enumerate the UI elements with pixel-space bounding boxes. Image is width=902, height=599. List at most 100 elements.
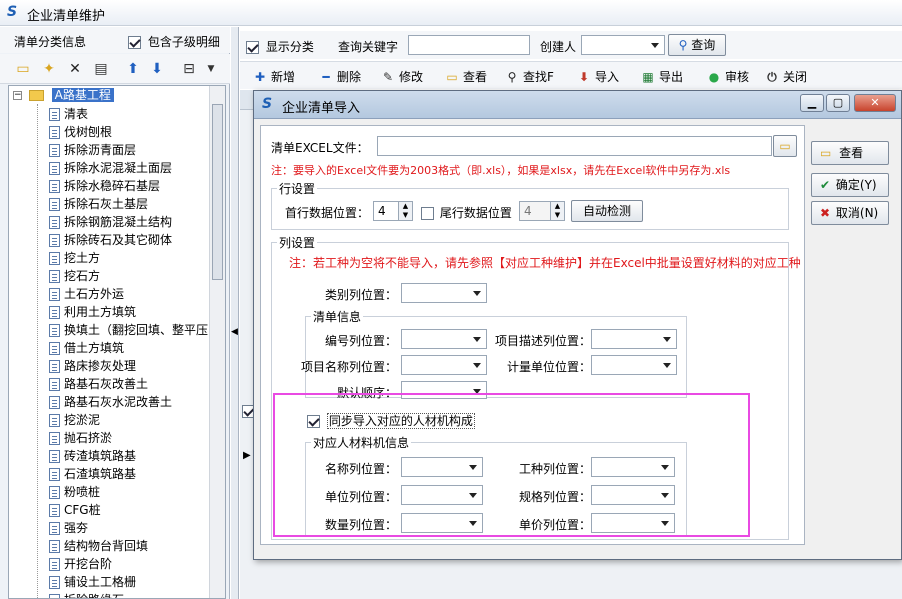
toolbar-button-8[interactable]: ⏻ 关闭	[764, 68, 807, 85]
tail-row-check-icon[interactable]	[421, 207, 434, 220]
document-icon	[49, 414, 60, 427]
collapse-icon[interactable]: −	[13, 91, 22, 100]
tree-item[interactable]: 挖土方	[49, 249, 100, 267]
tree-scrollbar[interactable]	[209, 86, 225, 598]
app-logo-icon: S	[7, 4, 18, 20]
tree-item[interactable]: 结构物台背回填	[49, 537, 148, 555]
cancel-x-icon: ✖	[820, 206, 831, 220]
tree-item[interactable]: 换填土（翻挖回填、整平压	[49, 321, 208, 339]
excel-file-input[interactable]	[377, 136, 772, 156]
browse-folder-icon[interactable]: ▭	[773, 135, 797, 157]
creator-select[interactable]	[581, 35, 665, 55]
tree-item[interactable]: 借土方填筑	[49, 339, 124, 357]
tree-item-label: 伐树刨根	[64, 125, 113, 139]
toolbar-button-0[interactable]: ✚ 新增	[252, 68, 295, 85]
category-panel-title: 清单分类信息	[14, 35, 87, 49]
tree-item[interactable]: 土石方外运	[49, 285, 124, 303]
tree-layout-icon[interactable]: ⊟	[180, 60, 198, 78]
tree-item[interactable]: 拆除水稳碎石基层	[49, 177, 160, 195]
spinner-arrows-icon[interactable]: ▲ ▼	[550, 202, 564, 220]
arrow-down-icon[interactable]: ⬇	[148, 60, 166, 78]
cancel-button[interactable]: ✖ 取消(N)	[811, 201, 889, 225]
tree-item-label: 结构物台背回填	[64, 539, 149, 553]
code-col-label: 编号列位置：	[324, 334, 397, 348]
include-child-checkbox[interactable]: 包含子级明细	[128, 33, 220, 50]
query-button[interactable]: ⚲ 查询	[668, 34, 726, 56]
tree-item[interactable]: 拆除石灰土基层	[49, 195, 148, 213]
category-col-select[interactable]	[401, 283, 487, 303]
document-icon	[49, 252, 60, 265]
chevron-down-icon[interactable]: ▼	[202, 60, 220, 78]
tree-item[interactable]: 石渣填筑路基	[49, 465, 136, 483]
desc-col-select[interactable]	[591, 329, 677, 349]
maximize-icon[interactable]: ▢	[826, 94, 850, 112]
tree-item[interactable]: 伐树刨根	[49, 123, 112, 141]
excel-file-label: 清单EXCEL文件：	[271, 141, 369, 155]
first-row-spinner[interactable]: 4 ▲ ▼	[373, 201, 413, 221]
tail-row-spinner[interactable]: 4 ▲ ▼	[519, 201, 565, 221]
tree-item-label: 利用土方填筑	[64, 305, 137, 319]
code-col-select[interactable]	[401, 329, 487, 349]
include-child-check-icon[interactable]	[128, 36, 141, 49]
unit-col-label: 计量单位位置：	[506, 360, 591, 374]
tree-item[interactable]: 清表	[49, 105, 88, 123]
document-icon	[49, 126, 60, 139]
keyword-input[interactable]	[408, 35, 530, 55]
name-col-select[interactable]	[401, 355, 487, 375]
tree-item-label: 抛石挤淤	[64, 431, 113, 445]
collapse-left-icon[interactable]: ◀	[231, 327, 238, 337]
tree-scrollbar-thumb[interactable]	[212, 104, 223, 280]
tree-item[interactable]: 抛石挤淤	[49, 429, 112, 447]
close-icon[interactable]: ✕	[854, 94, 896, 112]
tree-item[interactable]: 强夯	[49, 519, 88, 537]
tree-item[interactable]: CFG桩	[49, 501, 101, 519]
toolbar-button-3[interactable]: ▭ 查看	[444, 68, 487, 85]
spinner-arrows-icon[interactable]: ▲ ▼	[398, 202, 412, 220]
tail-row-checkbox[interactable]: 尾行数据位置	[421, 204, 512, 221]
list-info-legend: 清单信息	[311, 308, 364, 325]
tree-item[interactable]: 拆除水泥混凝土面层	[49, 159, 172, 177]
filter-bar: 显示分类 查询关键字 创建人 ⚲ 查询	[240, 31, 902, 59]
tree-item[interactable]: 拆除砖石及其它砌体	[49, 231, 172, 249]
tree-item[interactable]: 拆除沥青面层	[49, 141, 136, 159]
panel-splitter[interactable]: ◀	[231, 27, 239, 599]
show-category-check-icon[interactable]	[246, 41, 259, 54]
tree-item[interactable]: 砖渣填筑路基	[49, 447, 136, 465]
tree-item[interactable]: 粉喷桩	[49, 483, 100, 501]
tree-guide-line	[37, 104, 38, 598]
tree-item[interactable]: 路床掺灰处理	[49, 357, 136, 375]
ok-button[interactable]: ✔ 确定(Y)	[811, 173, 889, 197]
tree-item[interactable]: 路基石灰水泥改善土	[49, 393, 172, 411]
tree-item[interactable]: 挖石方	[49, 267, 100, 285]
toolbar-button-6[interactable]: ▦ 导出	[640, 68, 683, 85]
tree-item[interactable]: 拆除钢筋混凝土结构	[49, 213, 172, 231]
toolbar-button-2[interactable]: ✎ 修改	[380, 68, 423, 85]
tree-item[interactable]: 铺设土工格栅	[49, 573, 136, 591]
unit-col-select[interactable]	[591, 355, 677, 375]
toolbar-button-7[interactable]: ● 审核	[706, 68, 749, 85]
toolbar-button-1[interactable]: ━ 删除	[318, 68, 361, 85]
minus-icon: ━	[322, 70, 330, 84]
arrow-up-icon[interactable]: ⬆	[124, 60, 142, 78]
tree-item[interactable]: 利用土方填筑	[49, 303, 136, 321]
folder-open-icon[interactable]: ▭	[14, 60, 32, 78]
toolbar-button-4[interactable]: ⚲ 查找F	[504, 68, 554, 85]
delete-icon[interactable]: ✕	[66, 60, 84, 78]
new-folder-icon[interactable]: ✦	[40, 60, 58, 78]
tree-root-node[interactable]: − A路基工程	[13, 86, 213, 104]
view-button-label: 查看	[839, 146, 864, 160]
tree-item[interactable]: 开挖台阶	[49, 555, 112, 573]
excel-icon: ▦	[642, 70, 654, 84]
tree-item-label: 换填土（翻挖回填、整平压	[64, 323, 209, 337]
show-category-checkbox[interactable]: 显示分类	[246, 38, 314, 55]
toolbar-button-5[interactable]: ⬇ 导入	[576, 68, 619, 85]
tree-item[interactable]: 路基石灰改善土	[49, 375, 148, 393]
toolbar-button-label: 删除	[337, 70, 362, 84]
tree-item[interactable]: 挖淤泥	[49, 411, 100, 429]
auto-detect-button[interactable]: 自动检测	[571, 200, 643, 222]
minimize-icon[interactable]: ▁	[800, 94, 824, 112]
first-row-label: 首行数据位置：	[285, 206, 370, 220]
edit-doc-icon[interactable]: ▤	[92, 60, 110, 78]
tree-item[interactable]: 拆除路缘石	[49, 591, 124, 598]
view-button[interactable]: ▭ 查看	[811, 141, 889, 165]
